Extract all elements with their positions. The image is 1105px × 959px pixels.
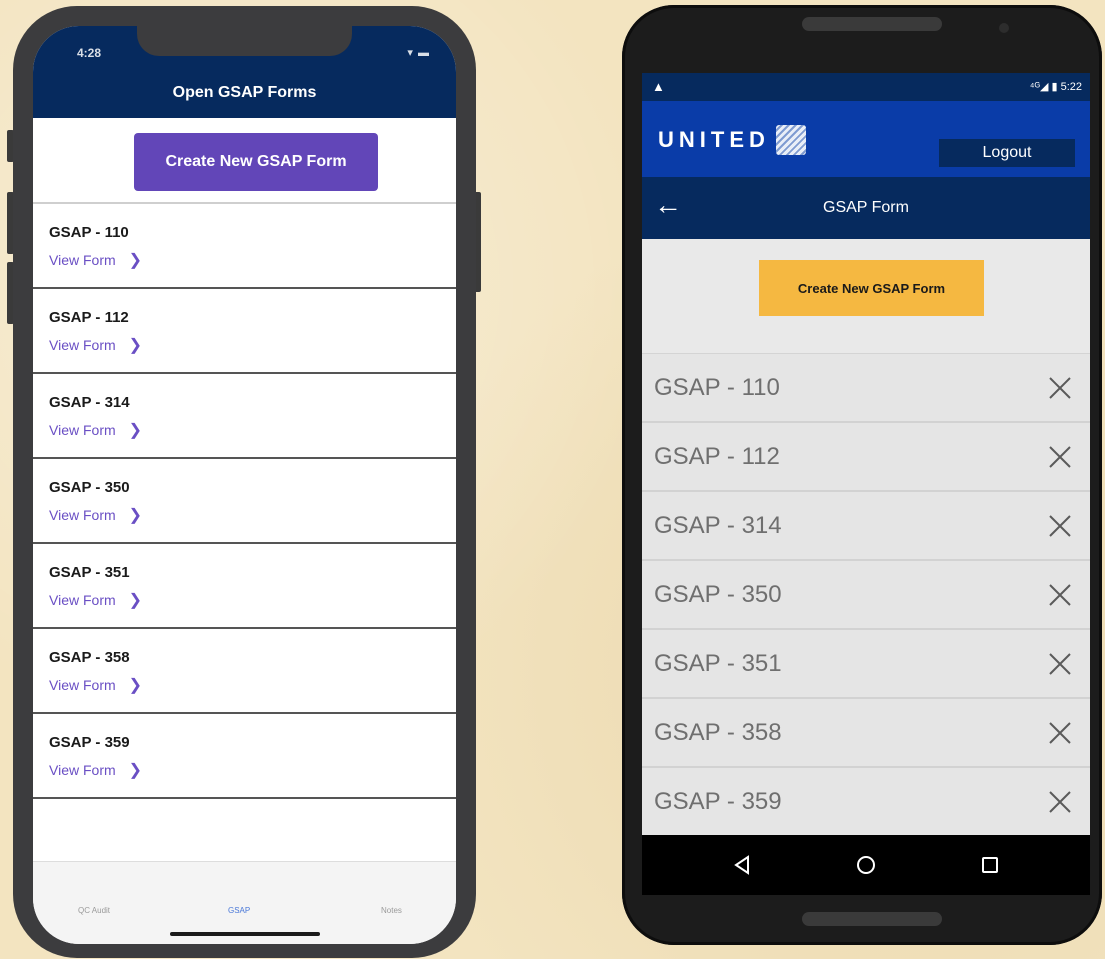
close-icon[interactable] xyxy=(1046,719,1074,747)
list-item[interactable]: GSAP - 358 View Form ❯ xyxy=(33,629,456,714)
view-form-link[interactable]: View Form ❯ xyxy=(49,420,456,440)
tab-notes[interactable]: Notes xyxy=(381,906,402,915)
form-title: GSAP - 112 xyxy=(49,309,129,326)
list-item[interactable]: GSAP - 110 View Form ❯ xyxy=(33,204,456,289)
view-form-label: View Form xyxy=(49,762,116,778)
chevron-right-icon: ❯ xyxy=(128,337,143,354)
create-new-form-button[interactable]: Create New GSAP Form xyxy=(759,260,984,316)
home-indicator[interactable] xyxy=(170,932,320,936)
chevron-right-icon: ❯ xyxy=(128,422,143,439)
list-item[interactable]: GSAP - 359 xyxy=(642,768,1090,837)
ios-notch xyxy=(137,26,352,56)
view-form-label: View Form xyxy=(49,422,116,438)
form-title: GSAP - 358 xyxy=(49,649,130,666)
globe-icon xyxy=(775,125,806,155)
close-icon[interactable] xyxy=(1046,512,1074,540)
android-app-bar: UNITED Logout xyxy=(642,101,1090,177)
view-form-label: View Form xyxy=(49,592,116,608)
list-item[interactable]: GSAP - 350 View Form ❯ xyxy=(33,459,456,544)
tab-gsap[interactable]: GSAP xyxy=(228,906,250,915)
close-icon[interactable] xyxy=(1046,650,1074,678)
chevron-right-icon: ❯ xyxy=(128,592,143,609)
ios-form-list: GSAP - 110 View Form ❯ GSAP - 112 View Form ❯… xyxy=(33,202,456,799)
iphone-device: 4:28 ▾ ▬ Open GSAP Forms Create New GSAP… xyxy=(13,6,476,958)
chevron-right-icon: ❯ xyxy=(128,507,143,524)
logout-button[interactable]: Logout xyxy=(939,139,1075,167)
list-item[interactable]: GSAP - 314 xyxy=(642,492,1090,561)
android-screen: ▲ ⁴ᴳ◢ ▮ 5:22 UNITED Logout ← GSAP Form C… xyxy=(642,73,1090,895)
view-form-label: View Form xyxy=(49,337,116,353)
chevron-right-icon: ❯ xyxy=(128,677,143,694)
ios-screen: 4:28 ▾ ▬ Open GSAP Forms Create New GSAP… xyxy=(33,26,456,944)
page-title: GSAP Form xyxy=(823,199,909,216)
bottom-speaker xyxy=(802,912,942,926)
close-icon[interactable] xyxy=(1046,788,1074,816)
list-item[interactable]: GSAP - 351 View Form ❯ xyxy=(33,544,456,629)
list-item[interactable]: GSAP - 359 View Form ❯ xyxy=(33,714,456,799)
close-icon[interactable] xyxy=(1046,443,1074,471)
form-title: GSAP - 314 xyxy=(654,511,782,539)
view-form-label: View Form xyxy=(49,507,116,523)
form-title: GSAP - 110 xyxy=(654,373,780,401)
view-form-label: View Form xyxy=(49,252,116,268)
brand-name: UNITED xyxy=(658,127,770,152)
form-title: GSAP - 110 xyxy=(49,224,129,241)
form-title: GSAP - 351 xyxy=(654,649,782,677)
view-form-link[interactable]: View Form ❯ xyxy=(49,505,456,525)
ios-status-icons: ▾ ▬ xyxy=(407,47,430,59)
form-title: GSAP - 359 xyxy=(49,734,130,751)
form-title: GSAP - 359 xyxy=(654,787,782,815)
warning-icon: ▲ xyxy=(652,79,665,94)
top-speaker xyxy=(802,17,942,31)
view-form-link[interactable]: View Form ❯ xyxy=(49,250,456,270)
brand-logo: UNITED xyxy=(658,125,806,155)
list-item[interactable]: GSAP - 350 xyxy=(642,561,1090,630)
list-item[interactable]: GSAP - 314 View Form ❯ xyxy=(33,374,456,459)
form-title: GSAP - 358 xyxy=(654,718,782,746)
view-form-label: View Form xyxy=(49,677,116,693)
form-title: GSAP - 350 xyxy=(49,479,130,496)
list-item[interactable]: GSAP - 358 xyxy=(642,699,1090,768)
form-title: GSAP - 351 xyxy=(49,564,130,581)
tab-qc-audit[interactable]: QC Audit xyxy=(78,906,110,915)
list-item[interactable]: GSAP - 112 xyxy=(642,423,1090,492)
chevron-right-icon: ❯ xyxy=(128,252,143,269)
close-icon[interactable] xyxy=(1046,374,1074,402)
front-camera xyxy=(999,23,1009,33)
form-title: GSAP - 350 xyxy=(654,580,782,608)
create-new-form-button[interactable]: Create New GSAP Form xyxy=(134,133,378,191)
home-circle-icon[interactable] xyxy=(854,853,878,877)
view-form-link[interactable]: View Form ❯ xyxy=(49,760,456,780)
view-form-link[interactable]: View Form ❯ xyxy=(49,590,456,610)
android-nav-bar xyxy=(642,835,1090,895)
page-title: Open GSAP Forms xyxy=(172,84,317,101)
android-form-list: GSAP - 110 GSAP - 112 GSAP - 314 GSAP - 350… xyxy=(642,353,1090,837)
form-title: GSAP - 314 xyxy=(49,394,130,411)
view-form-link[interactable]: View Form ❯ xyxy=(49,675,456,695)
back-triangle-icon[interactable] xyxy=(730,853,754,877)
android-sub-header: ← GSAP Form xyxy=(642,177,1090,239)
list-item[interactable]: GSAP - 110 xyxy=(642,354,1090,423)
android-device: ▲ ⁴ᴳ◢ ▮ 5:22 UNITED Logout ← GSAP Form C… xyxy=(622,5,1102,945)
view-form-link[interactable]: View Form ❯ xyxy=(49,335,456,355)
close-icon[interactable] xyxy=(1046,581,1074,609)
list-item[interactable]: GSAP - 112 View Form ❯ xyxy=(33,289,456,374)
list-item[interactable]: GSAP - 351 xyxy=(642,630,1090,699)
status-right: ⁴ᴳ◢ ▮ 5:22 xyxy=(1029,81,1082,93)
chevron-right-icon: ❯ xyxy=(128,762,143,779)
android-status-bar: ▲ ⁴ᴳ◢ ▮ 5:22 xyxy=(642,73,1090,101)
form-title: GSAP - 112 xyxy=(654,442,780,470)
ios-status-time: 4:28 xyxy=(77,46,102,60)
recents-square-icon[interactable] xyxy=(978,853,1002,877)
